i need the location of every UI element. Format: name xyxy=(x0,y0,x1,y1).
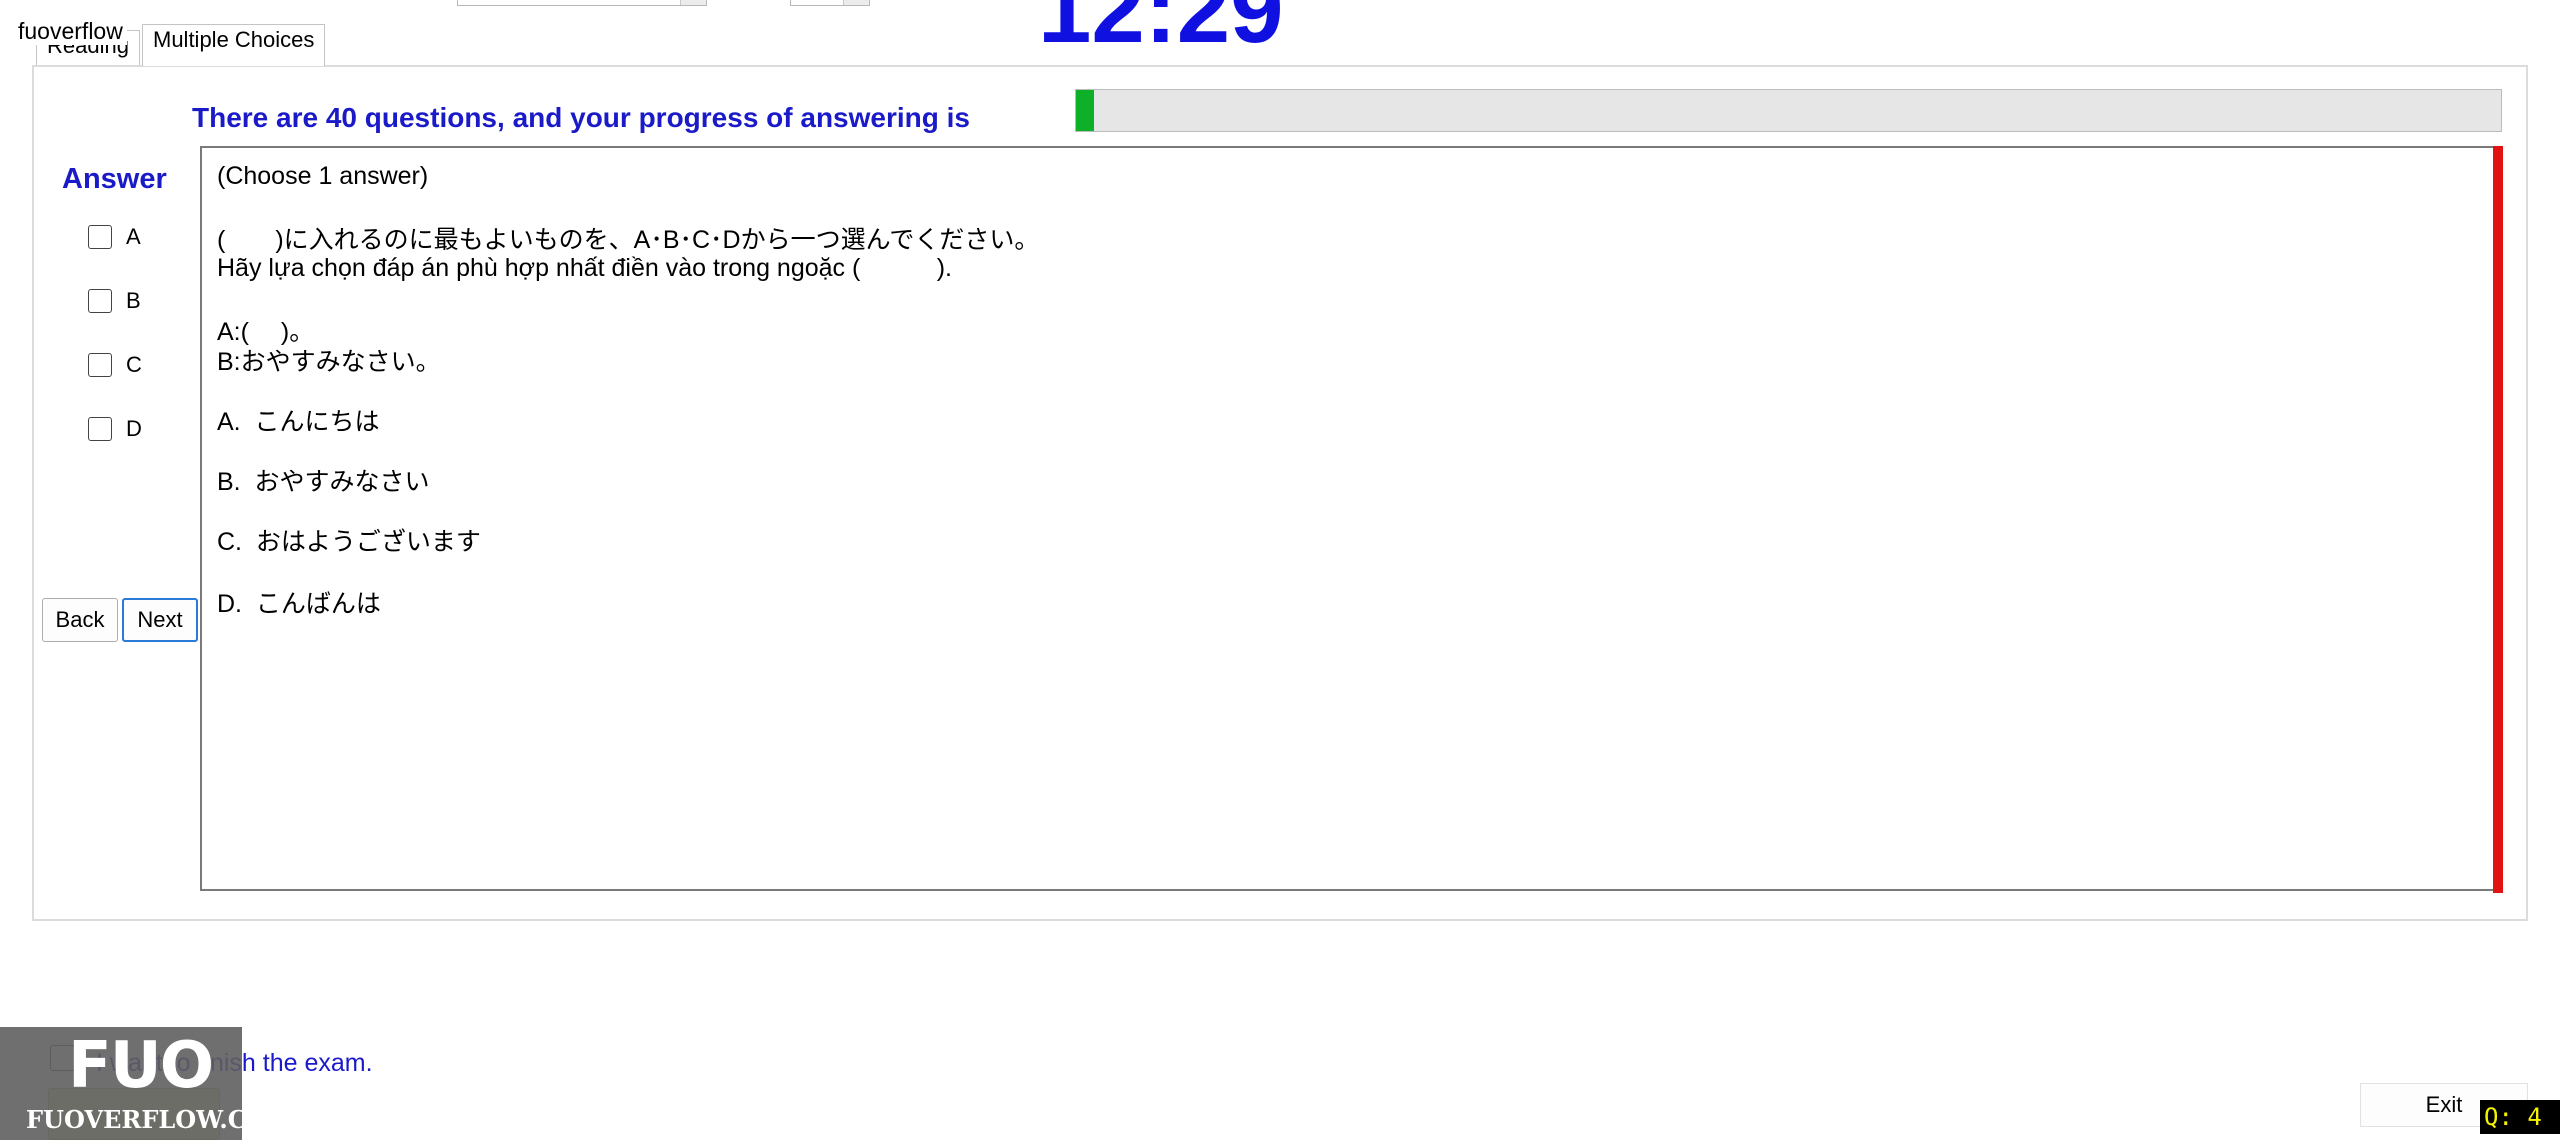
next-button[interactable]: Next xyxy=(122,598,198,642)
dropdown-arrow-icon[interactable] xyxy=(680,0,706,5)
question-prompt-vietnamese: Hãy lựa chọn đáp án phù hợp nhất điền và… xyxy=(217,254,952,282)
question-choice-b: B. おやすみなさい xyxy=(217,468,430,496)
progress-label: There are 40 questions, and your progres… xyxy=(192,102,970,133)
top-dropdown-1[interactable] xyxy=(457,0,707,6)
option-label: C xyxy=(126,352,142,377)
question-choice-d: D. こんばんは xyxy=(217,590,381,618)
progress-bar-fill xyxy=(1076,90,1094,131)
option-label: A xyxy=(126,224,141,249)
question-scrollbar[interactable] xyxy=(2493,146,2503,893)
watermark: FUO FUOVERFLOW.COM xyxy=(0,1027,294,1140)
back-button[interactable]: Back xyxy=(42,598,118,642)
checkbox[interactable] xyxy=(88,225,112,249)
checkbox[interactable] xyxy=(88,353,112,377)
question-choice-a: A. こんにちは xyxy=(217,408,380,436)
window-title: fuoverflow xyxy=(18,18,127,45)
checkbox[interactable] xyxy=(88,417,112,441)
question-dialog-b: B:おやすみなさい。 xyxy=(217,348,441,376)
option-label: D xyxy=(126,416,142,441)
progress-bar xyxy=(1075,89,2502,132)
question-instruction: (Choose 1 answer) xyxy=(217,162,429,190)
top-dropdown-2[interactable] xyxy=(790,0,870,6)
watermark-site: FUOVERFLOW.COM xyxy=(26,1105,295,1134)
option-label: B xyxy=(126,288,141,313)
answer-option-b[interactable]: B xyxy=(88,286,141,316)
exam-window: 12:29 Reading Multiple Choices fuoverflo… xyxy=(0,0,2560,1140)
checkbox[interactable] xyxy=(88,289,112,313)
answer-option-a[interactable]: A xyxy=(88,222,141,252)
answer-option-d[interactable]: D xyxy=(88,414,142,444)
answer-option-c[interactable]: C xyxy=(88,350,142,380)
dropdown-arrow-icon[interactable] xyxy=(843,0,869,5)
countdown-timer: 12:29 xyxy=(1038,0,1284,63)
question-choice-c: C. おはようございます xyxy=(217,528,481,556)
watermark-logo: FUO xyxy=(68,1029,214,1103)
answer-heading: Answer xyxy=(62,163,167,195)
tab-multiple-choices[interactable]: Multiple Choices xyxy=(142,24,326,66)
question-prompt-japanese: ( )に入れるのに最もよいものを、A･B･C･Dから一つ選んでください。 xyxy=(217,226,1040,254)
question-counter: Q: 4 xyxy=(2480,1100,2560,1134)
